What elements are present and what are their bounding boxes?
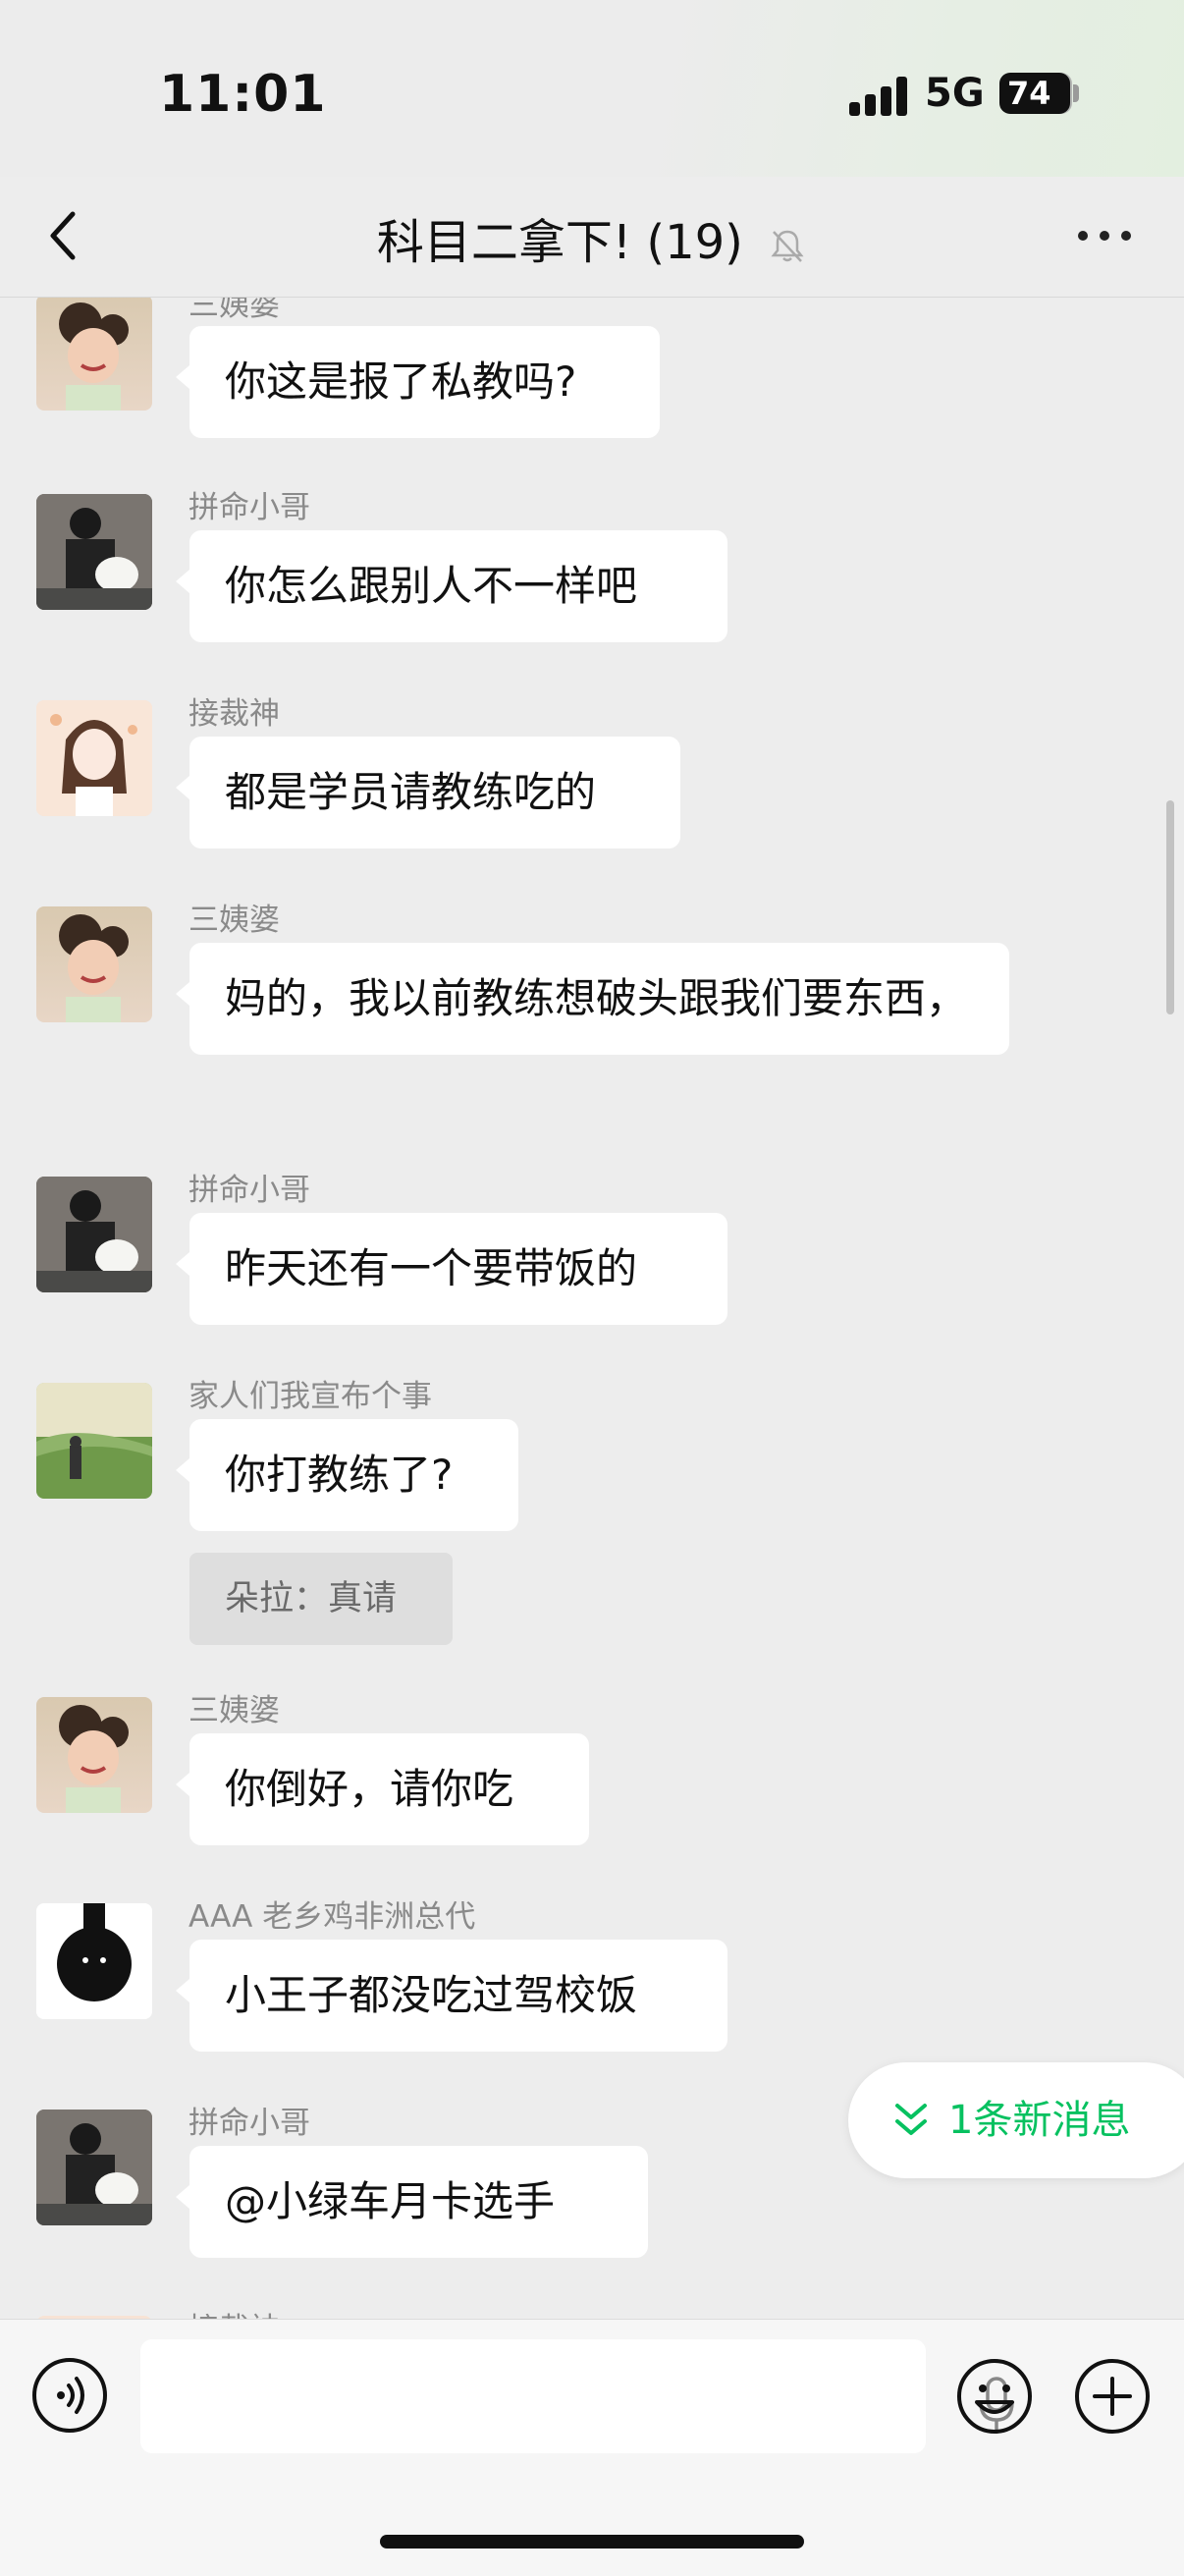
sender-name: 三姨婆 [188, 298, 280, 323]
message-bubble[interactable]: 你这是报了私教吗? [176, 326, 660, 438]
battery-icon: 74 [999, 73, 1070, 114]
message-bubble[interactable]: 昨天还有一个要带饭的 [176, 1213, 727, 1325]
sender-name: 拼命小哥 [188, 2106, 310, 2141]
home-indicator[interactable] [380, 2535, 804, 2549]
signal-icon [849, 77, 908, 116]
sender-name: AAA 老乡鸡非洲总代 [188, 1899, 476, 1935]
message-bubble[interactable]: 你打教练了? [176, 1419, 518, 1531]
message-bubble[interactable]: 你倒好，请你吃 [176, 1733, 589, 1845]
message-bubble[interactable]: 你怎么跟别人不一样吧 [176, 530, 727, 642]
battery-cap [1073, 84, 1079, 102]
message-bubble[interactable]: 都是学员请教练吃的 [176, 737, 680, 849]
chat-title: 科目二拿下! (19) [376, 215, 743, 270]
nav-bar: 科目二拿下! (19) [0, 177, 1184, 297]
bell-slash-icon [771, 230, 804, 262]
sender-name: 三姨婆 [188, 903, 280, 938]
avatar[interactable] [36, 700, 152, 816]
message-input[interactable] [140, 2339, 1014, 2453]
sender-name: 拼命小哥 [188, 490, 310, 525]
quoted-message[interactable]: 朵拉：真请 [189, 1553, 453, 1645]
double-chevron-down-icon [895, 2104, 927, 2135]
avatar[interactable] [36, 494, 152, 610]
message-bubble[interactable]: @小绿车月卡选手 [176, 2146, 648, 2258]
sender-name: 接裁神 [188, 696, 280, 732]
new-message-button[interactable]: 1条新消息 [848, 2062, 1184, 2178]
avatar[interactable] [36, 2110, 152, 2225]
avatar[interactable] [36, 298, 152, 411]
plus-icon[interactable] [1073, 2357, 1152, 2436]
sender-name: 三姨婆 [188, 1693, 280, 1728]
sender-name: 接裁神 [188, 2304, 280, 2319]
voice-icon[interactable] [31, 2357, 108, 2434]
avatar[interactable] [36, 1697, 152, 1813]
scrollbar[interactable] [1166, 800, 1174, 1014]
emoji-icon[interactable] [955, 2357, 1034, 2436]
avatar[interactable] [36, 906, 152, 1022]
more-dots-icon[interactable] [1070, 216, 1139, 255]
network-type: 5G [925, 71, 985, 116]
avatar[interactable] [36, 1383, 152, 1499]
sender-name: 拼命小哥 [188, 1173, 310, 1208]
avatar[interactable] [36, 1177, 152, 1292]
avatar[interactable] [36, 1903, 152, 2019]
status-time: 11:01 [159, 65, 327, 124]
message-bubble[interactable]: 妈的，我以前教练想破头跟我们要东西， [176, 943, 1009, 1055]
new-message-label: 1条新消息 [948, 2098, 1131, 2143]
sender-name: 家人们我宣布个事 [188, 1379, 432, 1414]
message-bubble[interactable]: 小王子都没吃过驾校饭 [176, 1940, 727, 2052]
chat-title-area[interactable]: 科目二拿下! (19) [0, 203, 1184, 272]
chat-list[interactable]: 三姨婆 你这是报了私教吗? 拼命小哥 你怎么跟别人不一样吧 接裁神 都是学员请教… [0, 298, 1184, 2319]
status-bar: 11:01 5G 74 [0, 0, 1184, 177]
